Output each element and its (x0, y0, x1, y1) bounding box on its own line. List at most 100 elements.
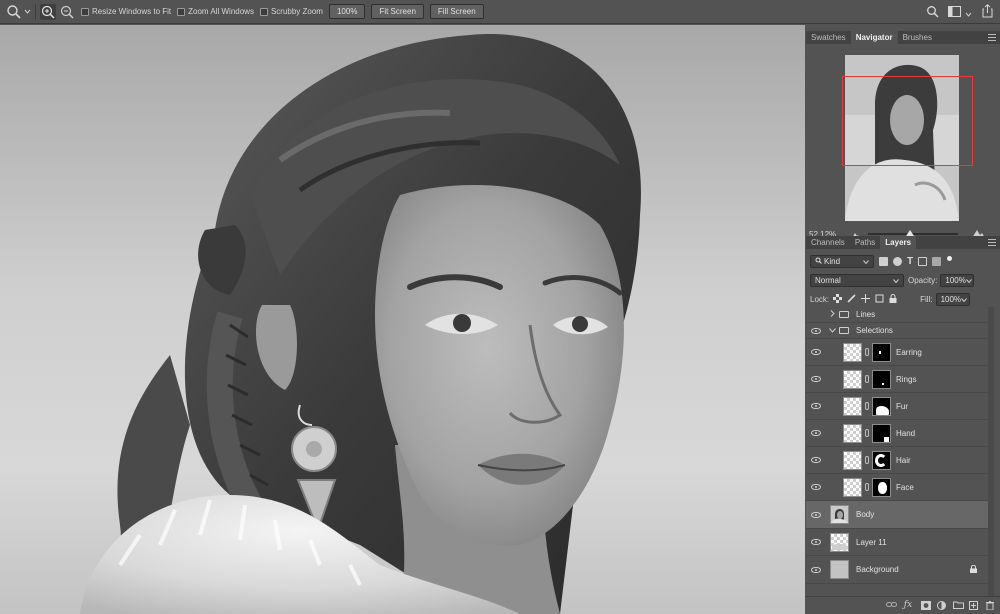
lock-all-icon[interactable] (889, 294, 897, 305)
trash-icon[interactable] (985, 601, 994, 611)
layer-mask-thumbnail[interactable] (872, 369, 891, 389)
search-icon[interactable] (926, 5, 939, 20)
link-icon[interactable] (865, 429, 869, 437)
filter-kind-select[interactable]: Kind (810, 255, 874, 268)
layers-scrollbar[interactable] (988, 307, 994, 597)
lock-transparent-icon[interactable] (833, 294, 843, 305)
filter-toggle-icon[interactable] (947, 256, 953, 261)
fit-screen-button[interactable]: Fit Screen (371, 4, 424, 19)
layer-mask-thumbnail[interactable] (872, 342, 891, 362)
opacity-input[interactable]: 100% (940, 274, 975, 287)
eye-icon[interactable] (811, 566, 821, 573)
fill-label: Fill: (920, 295, 933, 304)
opacity-value: 100% (945, 276, 966, 285)
chevron-down-icon[interactable] (24, 7, 31, 16)
chevron-down-icon (863, 257, 869, 266)
panel-menu-icon[interactable] (988, 34, 996, 41)
layer-thumbnail (830, 505, 849, 524)
eye-icon[interactable] (811, 457, 821, 463)
fx-icon[interactable]: ƒx (902, 601, 914, 610)
panel-menu-icon[interactable] (988, 239, 996, 246)
tab-channels[interactable]: Channels (806, 236, 850, 249)
eye-icon[interactable] (811, 349, 821, 355)
zoom-all-windows-label: Zoom All Windows (188, 7, 254, 16)
layer-row-layer-11[interactable]: Layer 11 (806, 529, 990, 556)
layer-mask-thumbnail[interactable] (872, 423, 891, 443)
link-icon[interactable] (865, 483, 869, 491)
fill-input[interactable]: 100% (935, 293, 970, 306)
eye-icon[interactable] (811, 327, 821, 334)
layer-row-body[interactable]: Body (806, 501, 990, 529)
link-icon[interactable] (865, 456, 869, 464)
new-group-icon[interactable] (953, 601, 964, 610)
adjustment-filter-icon[interactable] (893, 257, 902, 266)
link-layers-icon[interactable] (886, 601, 897, 610)
layer-row-fur[interactable]: Fur (806, 393, 990, 420)
eye-icon[interactable] (811, 484, 821, 490)
tab-swatches[interactable]: Swatches (806, 31, 851, 44)
share-icon[interactable] (982, 4, 993, 20)
new-layer-icon[interactable] (969, 601, 978, 610)
layer-row-hand[interactable]: Hand (806, 420, 990, 447)
layer-mask-thumbnail[interactable] (872, 450, 891, 470)
layer-row-rings[interactable]: Rings (806, 366, 990, 393)
link-icon[interactable] (865, 348, 869, 356)
lock-position-icon[interactable] (861, 294, 871, 305)
checkbox-box[interactable] (81, 7, 89, 16)
layer-mask-thumbnail[interactable] (872, 396, 891, 416)
eye-icon[interactable] (811, 403, 821, 409)
document-canvas[interactable] (0, 25, 805, 614)
link-icon[interactable] (865, 375, 869, 383)
layer-name: Hair (896, 455, 911, 465)
chevron-down-icon[interactable] (965, 10, 972, 19)
layer-name: Body (856, 510, 875, 519)
checkbox-box[interactable] (259, 7, 268, 16)
layer-mask-thumbnail[interactable] (872, 477, 891, 497)
zoom-all-windows-checkbox[interactable]: Zoom All Windows (177, 7, 254, 16)
navigator-view-box[interactable] (842, 76, 973, 166)
eye-icon[interactable] (811, 430, 821, 436)
resize-windows-checkbox[interactable]: Resize Windows to Fit (81, 7, 171, 16)
pixel-filter-icon[interactable] (879, 257, 888, 266)
lock-icon[interactable] (970, 564, 977, 575)
layer-row-earring[interactable]: Earring (806, 339, 990, 366)
layer-name: Hand (896, 428, 916, 438)
layers-tabbar: Channels Paths Layers (806, 236, 1000, 249)
layer-row-face[interactable]: Face (806, 474, 990, 501)
layer-thumbnail (843, 369, 862, 389)
options-bar: Resize Windows to Fit Zoom All Windows S… (0, 0, 1000, 24)
lock-pixels-icon[interactable] (847, 294, 856, 305)
scrubby-zoom-checkbox[interactable]: Scrubby Zoom (259, 7, 323, 16)
workspace-icon[interactable] (948, 6, 961, 19)
blend-mode-select[interactable]: Normal (810, 274, 904, 287)
tab-layers[interactable]: Layers (880, 236, 917, 249)
tab-brushes[interactable]: Brushes (898, 31, 937, 44)
fill-screen-button[interactable]: Fill Screen (429, 4, 484, 19)
checkbox-box[interactable] (177, 7, 186, 16)
smart-object-filter-icon[interactable] (932, 257, 942, 266)
tab-paths[interactable]: Paths (850, 236, 880, 249)
visibility-toggle-off[interactable] (811, 311, 821, 319)
chevron-right-icon[interactable] (830, 310, 835, 319)
lock-artboard-icon[interactable] (875, 294, 884, 305)
tab-navigator[interactable]: Navigator (850, 31, 898, 44)
chevron-down-icon[interactable] (829, 326, 836, 335)
layer-row-background[interactable]: Background (806, 556, 990, 584)
layers-panel: Channels Paths Layers Kind T Normal Opac… (806, 236, 1000, 614)
eye-icon[interactable] (811, 376, 821, 382)
zoom-out-icon[interactable] (59, 4, 75, 20)
type-filter-icon[interactable]: T (907, 256, 913, 267)
zoom-in-icon[interactable] (40, 3, 56, 20)
zoom-100-button[interactable]: 100% (328, 4, 366, 19)
adjustment-layer-icon[interactable] (937, 601, 946, 610)
add-mask-icon[interactable] (921, 601, 931, 610)
eye-icon[interactable] (811, 511, 821, 518)
shape-filter-icon[interactable] (918, 257, 928, 266)
layer-row-hair[interactable]: Hair (806, 447, 990, 474)
link-icon[interactable] (865, 402, 869, 410)
layer-row-lines[interactable]: Lines (806, 307, 990, 323)
eye-icon[interactable] (811, 539, 821, 545)
layer-thumbnail (843, 477, 862, 497)
zoom-tool-icon[interactable] (6, 4, 22, 20)
layer-row-selections[interactable]: Selections (806, 323, 990, 339)
